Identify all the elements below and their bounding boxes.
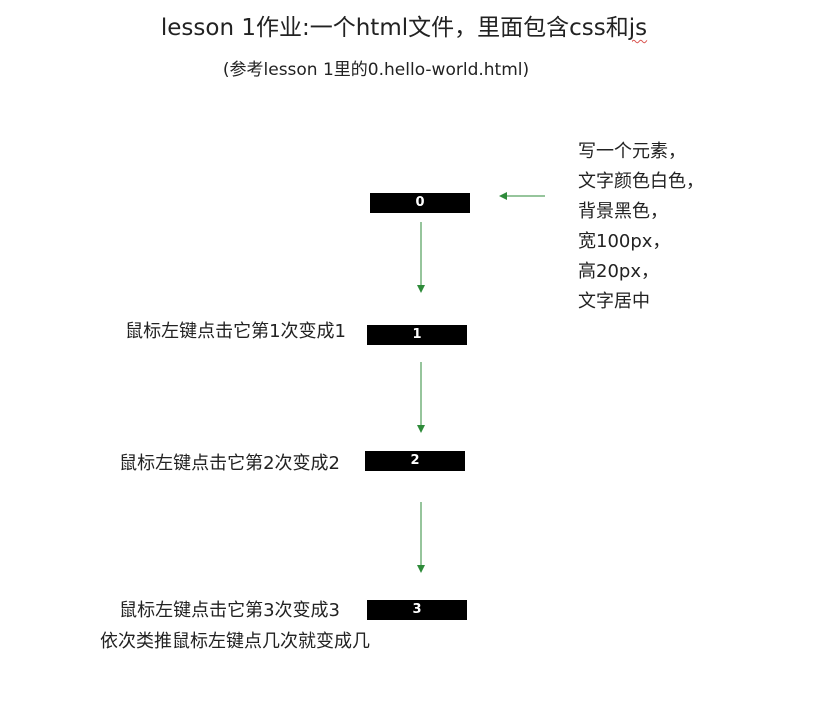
flow-arrows: [417, 192, 545, 573]
